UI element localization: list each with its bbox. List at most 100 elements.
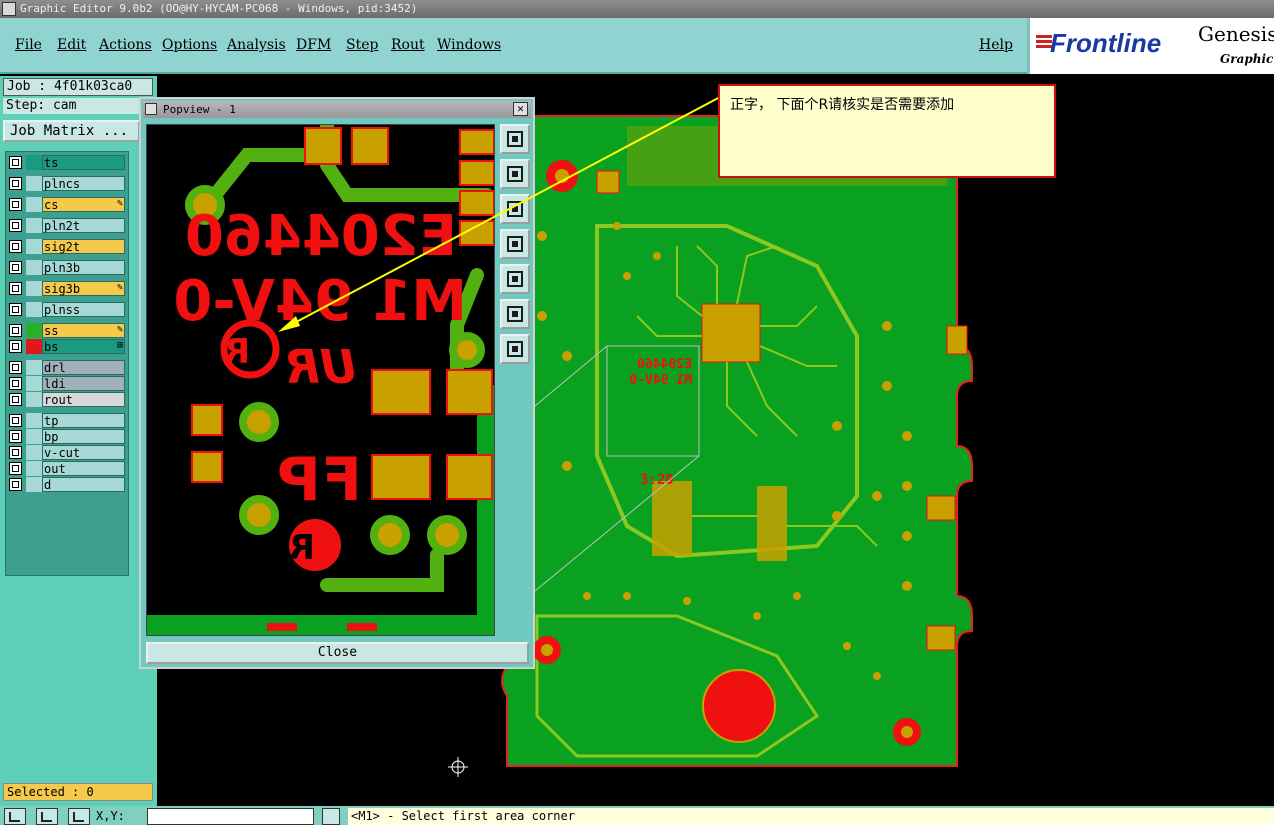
popview-pan-left-button[interactable] <box>500 229 530 259</box>
layer-checkbox[interactable] <box>9 340 22 353</box>
layer-name[interactable]: pln3b <box>42 260 125 275</box>
layer-color-swatch[interactable] <box>26 302 42 317</box>
xy-coordinate-field[interactable] <box>147 808 314 825</box>
layer-name[interactable]: cs <box>42 197 125 212</box>
layer-checkbox[interactable] <box>9 478 22 491</box>
layer-name[interactable]: v-cut <box>42 445 125 460</box>
menu-dfm[interactable]: DFM <box>296 37 331 53</box>
popview-zoom-fit-button[interactable] <box>500 124 530 154</box>
layer-checkbox[interactable] <box>9 393 22 406</box>
layer-color-swatch[interactable] <box>26 218 42 233</box>
layer-row-bp[interactable]: bp <box>9 429 127 444</box>
svg-text:UR: UR <box>284 340 357 394</box>
layer-name[interactable]: out <box>42 461 125 476</box>
layer-row-ldi[interactable]: ldi <box>9 376 127 391</box>
layer-checkbox[interactable] <box>9 282 22 295</box>
layer-name[interactable]: bp <box>42 429 125 444</box>
layer-checkbox[interactable] <box>9 240 22 253</box>
layer-checkbox[interactable] <box>9 198 22 211</box>
menu-step[interactable]: Step <box>346 37 378 53</box>
menu-file[interactable]: File <box>15 37 42 53</box>
layer-checkbox[interactable] <box>9 303 22 316</box>
layer-checkbox[interactable] <box>9 361 22 374</box>
layer-name[interactable]: sig3b <box>42 281 125 296</box>
layer-checkbox[interactable] <box>9 446 22 459</box>
layer-color-swatch[interactable] <box>26 429 42 444</box>
layer-checkbox[interactable] <box>9 324 22 337</box>
layer-checkbox[interactable] <box>9 219 22 232</box>
layer-color-swatch[interactable] <box>26 376 42 391</box>
layer-row-ts[interactable]: ts <box>9 155 127 170</box>
layer-color-swatch[interactable] <box>26 445 42 460</box>
layer-row-sig2t[interactable]: sig2t <box>9 239 127 254</box>
layer-color-swatch[interactable] <box>26 413 42 428</box>
menu-edit[interactable]: Edit <box>57 37 86 53</box>
layer-color-swatch[interactable] <box>26 260 42 275</box>
popview-pan-right-button[interactable] <box>500 264 530 294</box>
popview-canvas[interactable]: E204460 M1 94V-0 FP R UR R <box>146 124 495 636</box>
popview-pan-down-button[interactable] <box>500 194 530 224</box>
layer-color-swatch[interactable] <box>26 360 42 375</box>
menu-options[interactable]: Options <box>162 37 217 53</box>
layer-row-tp[interactable]: tp <box>9 413 127 428</box>
layer-row-v-cut[interactable]: v-cut <box>9 445 127 460</box>
layer-row-pln2t[interactable]: pln2t <box>9 218 127 233</box>
menu-windows[interactable]: Windows <box>437 37 501 53</box>
layer-row-cs[interactable]: cs ✎ <box>9 197 127 212</box>
menu-analysis[interactable]: Analysis <box>227 37 286 53</box>
layer-row-bs[interactable]: bs ⊞ <box>9 339 127 354</box>
menu-help[interactable]: Help <box>979 37 1013 53</box>
layer-row-d[interactable]: d <box>9 477 127 492</box>
layer-name[interactable]: plncs <box>42 176 125 191</box>
layer-row-sig3b[interactable]: sig3b ✎ <box>9 281 127 296</box>
layer-name[interactable]: bs <box>42 339 125 354</box>
popview-zoom-out-button[interactable] <box>500 334 530 364</box>
layer-name[interactable]: rout <box>42 392 125 407</box>
layer-color-swatch[interactable] <box>26 176 42 191</box>
layer-color-swatch[interactable] <box>26 339 42 354</box>
layer-color-swatch[interactable] <box>26 461 42 476</box>
layer-color-swatch[interactable] <box>26 323 42 338</box>
popview-title-bar[interactable]: Popview - 1 ✕ <box>143 101 531 118</box>
menu-rout[interactable]: Rout <box>391 37 425 53</box>
layer-row-drl[interactable]: drl <box>9 360 127 375</box>
menu-actions[interactable]: Actions <box>99 37 152 53</box>
layer-color-swatch[interactable] <box>26 155 42 170</box>
layer-row-plncs[interactable]: plncs <box>9 176 127 191</box>
layer-name[interactable]: drl <box>42 360 125 375</box>
layer-name[interactable]: ss <box>42 323 125 338</box>
check-tool-button[interactable] <box>36 808 58 825</box>
job-matrix-button[interactable]: Job Matrix ... <box>3 120 140 142</box>
layer-row-ss[interactable]: ss ✎ <box>9 323 127 338</box>
layer-color-swatch[interactable] <box>26 281 42 296</box>
layer-checkbox[interactable] <box>9 430 22 443</box>
layer-checkbox[interactable] <box>9 261 22 274</box>
popview-pan-up-button[interactable] <box>500 159 530 189</box>
popview-close-icon[interactable]: ✕ <box>513 102 528 116</box>
popview-close-button[interactable]: Close <box>146 642 529 664</box>
layer-name[interactable]: sig2t <box>42 239 125 254</box>
layer-row-plnss[interactable]: plnss <box>9 302 127 317</box>
layer-name[interactable]: tp <box>42 413 125 428</box>
layer-name[interactable]: ldi <box>42 376 125 391</box>
layer-row-pln3b[interactable]: pln3b <box>9 260 127 275</box>
select-tool-button[interactable] <box>4 808 26 825</box>
layer-checkbox[interactable] <box>9 462 22 475</box>
layer-color-swatch[interactable] <box>26 477 42 492</box>
layer-checkbox[interactable] <box>9 156 22 169</box>
layer-name[interactable]: pln2t <box>42 218 125 233</box>
layer-name[interactable]: ts <box>42 155 125 170</box>
layer-row-rout[interactable]: rout <box>9 392 127 407</box>
pipe-button[interactable] <box>322 808 340 825</box>
layer-checkbox[interactable] <box>9 377 22 390</box>
layer-color-swatch[interactable] <box>26 197 42 212</box>
layer-color-swatch[interactable] <box>26 392 42 407</box>
layer-row-out[interactable]: out <box>9 461 127 476</box>
layer-checkbox[interactable] <box>9 414 22 427</box>
popview-zoom-in-button[interactable] <box>500 299 530 329</box>
layer-color-swatch[interactable] <box>26 239 42 254</box>
grid-tool-button[interactable] <box>68 808 90 825</box>
layer-name[interactable]: d <box>42 477 125 492</box>
layer-name[interactable]: plnss <box>42 302 125 317</box>
layer-checkbox[interactable] <box>9 177 22 190</box>
